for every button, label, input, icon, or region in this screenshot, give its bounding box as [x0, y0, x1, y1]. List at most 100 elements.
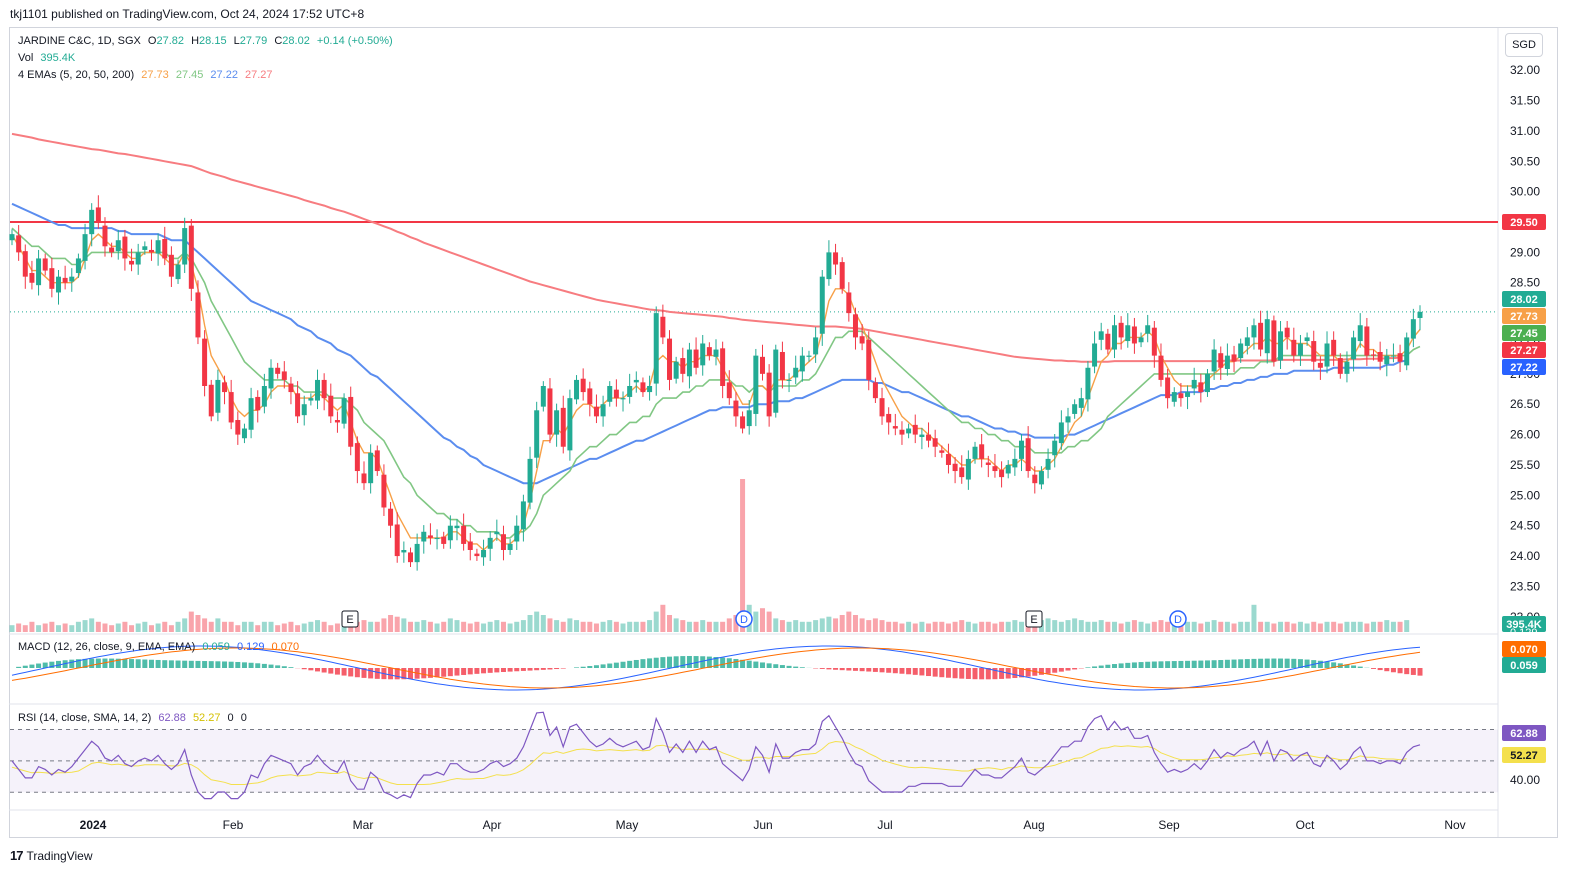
candle-body — [799, 355, 805, 372]
macd-hist-bar — [1085, 667, 1091, 668]
candle-body — [686, 349, 692, 377]
macd-hist-bar — [507, 668, 513, 672]
volume-bar — [520, 620, 526, 632]
macd-hist-bar — [620, 661, 626, 668]
macd-hist-bar — [667, 656, 673, 668]
time-tick-label: Jun — [753, 818, 772, 832]
candle-body — [1238, 343, 1244, 359]
volume-bar — [374, 621, 380, 632]
volume-bar — [175, 621, 181, 632]
volume-legend: Vol 395.4K — [18, 52, 79, 64]
volume-bar — [766, 611, 772, 632]
volume-bar — [1019, 621, 1025, 632]
macd-hist-bar — [208, 661, 214, 668]
candle-body — [826, 252, 832, 280]
volume-bar — [1191, 621, 1197, 632]
candle-body — [62, 277, 68, 283]
volume-bar — [255, 625, 261, 632]
volume-bar — [55, 625, 61, 632]
candle-body — [427, 535, 433, 538]
macd-hist-bar — [1351, 665, 1357, 668]
macd-hist-bar — [1271, 658, 1277, 668]
candle-body — [952, 463, 958, 472]
volume-bar — [1317, 623, 1323, 632]
candle-body — [281, 371, 287, 380]
macd-hist-bar — [866, 668, 872, 672]
macd-hist-bar — [1258, 658, 1264, 668]
price-axis-label: 27.27 — [1510, 345, 1538, 357]
candle-body — [1271, 320, 1277, 362]
candle-body — [720, 348, 726, 386]
volume-bar — [115, 623, 121, 632]
time-tick-label: May — [616, 818, 639, 832]
candle-body — [1390, 355, 1396, 357]
volume-bar — [607, 620, 613, 632]
volume-bar — [129, 625, 135, 632]
currency-button[interactable]: SGD — [1505, 33, 1543, 57]
macd-hist-bar — [248, 662, 254, 668]
volume-bar — [593, 623, 599, 632]
macd-hist-bar — [235, 661, 241, 668]
macd-hist-bar — [1125, 662, 1131, 668]
candle-body — [374, 450, 380, 472]
volume-bar — [202, 618, 208, 632]
volume-bar — [481, 623, 487, 632]
macd-hist-bar — [972, 668, 978, 680]
ohlc-values: O27.82 H28.15 L27.79 C28.02 +0.14 (+0.50… — [148, 35, 397, 47]
rsi-label: RSI (14, close, SMA, 14, 2) — [18, 712, 152, 724]
macd-hist-bar — [952, 668, 958, 679]
macd-hist-bar — [899, 668, 905, 674]
macd-hist-bar — [580, 666, 586, 668]
volume-bar — [1198, 623, 1204, 632]
volume-bar — [1072, 618, 1078, 632]
candle-body — [939, 450, 945, 453]
macd-hist-bar — [182, 660, 188, 668]
macd-hist-bar — [932, 668, 938, 677]
volume-bar — [22, 625, 28, 632]
volume-bar — [514, 621, 520, 632]
candle-body — [241, 428, 247, 439]
candle-body — [627, 386, 633, 397]
price-tick-label: 30.00 — [1510, 185, 1540, 199]
macd-hist-bar — [129, 659, 135, 668]
macd-hist-bar — [1025, 668, 1031, 677]
volume-bar — [1005, 621, 1011, 632]
candle-body — [667, 338, 673, 380]
macd-hist-bar — [540, 668, 546, 670]
volume-bar — [667, 615, 673, 632]
macd-hist-bar — [1371, 668, 1377, 669]
macd-hist-bar — [354, 668, 360, 678]
macd-hist-bar — [122, 658, 128, 668]
price-tick-label: 25.50 — [1510, 458, 1540, 472]
macd-hist-bar — [746, 660, 752, 668]
price-axis-label: 27.73 — [1510, 311, 1538, 323]
candle-body — [301, 404, 307, 416]
candle-body — [9, 234, 15, 241]
candle-body — [500, 534, 506, 550]
macd-hist-bar — [859, 668, 865, 672]
ema5-value: 27.73 — [141, 69, 169, 81]
volume-bar — [640, 621, 646, 632]
macd-hist-bar — [1324, 661, 1330, 668]
time-tick-label: Apr — [483, 818, 502, 832]
candle-body — [746, 410, 752, 427]
candle-body — [906, 428, 912, 434]
macd-hist-bar — [1118, 663, 1124, 668]
chart-canvas[interactable]: 32.00 31.50 31.00 30.50 30.00 29.50 29.00 28.50… — [0, 0, 1586, 883]
macd-hist-bar — [733, 658, 739, 668]
candle-body — [82, 234, 88, 261]
volume-bar — [1258, 621, 1264, 632]
candle-body — [965, 458, 971, 480]
candle-body — [613, 389, 619, 399]
macd-hist-bar — [89, 658, 95, 668]
volume-bar — [109, 625, 115, 632]
macd-hist-value: 0.059 — [202, 641, 230, 653]
volume-bar — [208, 621, 214, 632]
candle-body — [188, 225, 194, 289]
volume-bar — [534, 611, 540, 632]
macd-hist-bar — [388, 668, 394, 680]
macd-hist-bar — [334, 668, 340, 675]
macd-hist-bar — [1098, 665, 1104, 668]
volume-bar — [1331, 621, 1337, 632]
candle-body — [1072, 404, 1078, 414]
